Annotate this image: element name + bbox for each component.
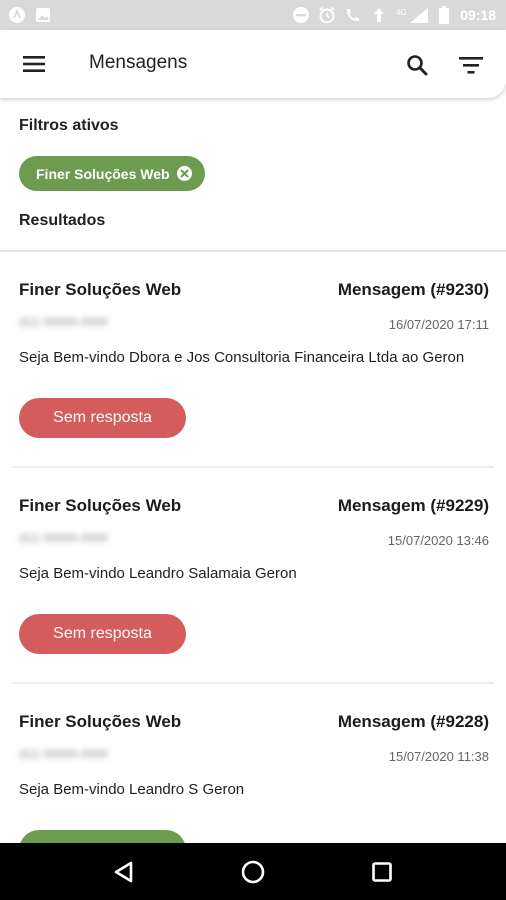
message-card[interactable]: Finer Soluções Web Mensagem (#9228) (62)… — [0, 684, 506, 843]
message-text: Seja Bem-vindo Dbora e Jos Consultoria F… — [19, 349, 465, 366]
back-button[interactable] — [104, 852, 144, 892]
message-id: Mensagem (#9230) — [337, 280, 489, 299]
back-triangle-icon — [115, 861, 133, 882]
network-label: 4G — [396, 8, 407, 17]
message-date: 16/07/2020 17:11 — [388, 317, 489, 332]
app-notification-icon — [8, 6, 26, 24]
search-icon — [407, 55, 428, 76]
message-text: Seja Bem-vindo Leandro Salamaia Geron — [19, 565, 297, 582]
battery-icon — [438, 6, 450, 24]
do-not-disturb-icon — [292, 6, 310, 24]
alarm-icon — [318, 6, 336, 24]
status-button[interactable]: Sem resposta — [19, 398, 186, 438]
recents-square-icon — [371, 861, 392, 882]
filter-icon — [459, 57, 483, 74]
wifi-call-icon — [344, 6, 362, 24]
status-bar: 4G 09:18 — [0, 0, 506, 30]
message-list: Finer Soluções Web Mensagem (#9230) (62)… — [0, 252, 506, 843]
menu-button[interactable] — [18, 50, 50, 78]
message-id: Mensagem (#9229) — [337, 496, 489, 515]
data-icon — [370, 6, 388, 24]
message-phone: (62) 99999-9999 — [19, 531, 108, 545]
home-button[interactable] — [233, 852, 273, 892]
message-card[interactable]: Finer Soluções Web Mensagem (#9230) (62)… — [0, 252, 506, 468]
message-date: 15/07/2020 13:46 — [387, 533, 489, 548]
search-button[interactable] — [402, 50, 432, 80]
menu-icon — [23, 56, 45, 72]
status-button[interactable]: Sem resposta — [19, 614, 186, 654]
message-card[interactable]: Finer Soluções Web Mensagem (#9229) (62)… — [0, 468, 506, 684]
recents-button[interactable] — [362, 852, 402, 892]
message-phone: (62) 99999-9999 — [19, 315, 108, 329]
results-heading: Resultados — [19, 212, 106, 229]
active-filters-heading: Filtros ativos — [19, 117, 119, 134]
status-time: 09:18 — [460, 7, 496, 23]
chip-close-icon[interactable] — [176, 166, 192, 181]
image-notification-icon — [34, 6, 52, 24]
status-button[interactable] — [19, 830, 186, 843]
message-id: Mensagem (#9228) — [337, 712, 489, 731]
filter-chip[interactable]: Finer Soluções Web — [19, 156, 205, 191]
message-sender: Finer Soluções Web — [19, 496, 182, 515]
message-sender: Finer Soluções Web — [19, 712, 182, 731]
page-title: Mensagens — [89, 52, 188, 73]
app-bar: Mensagens — [0, 30, 506, 98]
filter-chip-label: Finer Soluções Web — [36, 165, 170, 182]
navigation-bar — [0, 843, 506, 900]
home-circle-icon — [241, 860, 265, 883]
filter-button[interactable] — [456, 50, 486, 80]
message-text: Seja Bem-vindo Leandro S Geron — [19, 781, 245, 798]
message-date: 15/07/2020 11:38 — [388, 749, 489, 764]
signal-4g-icon: 4G — [396, 6, 430, 24]
message-phone: (62) 99999-9999 — [19, 747, 108, 761]
message-sender: Finer Soluções Web — [19, 280, 182, 299]
